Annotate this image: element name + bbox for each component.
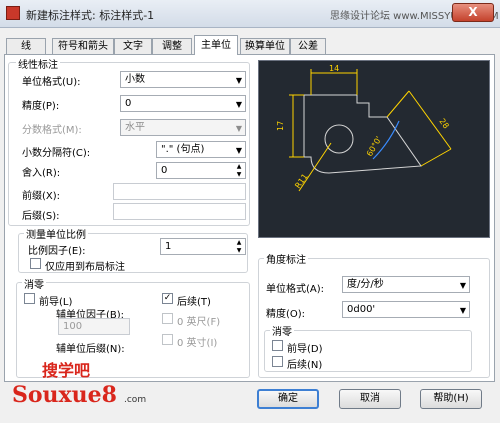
fraction-format-select[interactable]: 水平 ▼ [120,119,246,136]
decimal-separator-label: 小数分隔符(C): [22,148,91,159]
preview-outline [303,94,422,174]
cancel-button[interactable]: 取消 [339,389,401,409]
preview-dim-right: 28 [437,117,450,131]
unit-format-value: 小数 [125,74,145,85]
fraction-format-label: 分数格式(M): [22,125,82,136]
sub-unit-suffix-label: 辅单位后缀(N): [56,344,125,355]
preview-dim-top: 14 [329,64,339,73]
decimal-separator-value: "." (句点) [161,144,205,155]
logo-com: .com [124,395,146,405]
spin-down-icon[interactable]: ▼ [234,171,244,178]
chevron-down-icon: ▼ [459,306,466,315]
round-off-value: 0 [161,165,168,176]
angular-dimensions-title: 角度标注 [264,251,308,266]
app-icon [6,6,20,20]
inches-checkbox[interactable] [162,334,173,345]
angular-precision-select[interactable]: 0d00' ▼ [342,301,470,318]
suffix-label: 后缀(S): [22,211,60,222]
dimension-preview: 14 17 28 60°0' R11 [258,60,490,238]
angular-precision-label: 精度(O): [266,309,306,320]
tab-alternate-units[interactable]: 换算单位 [240,38,290,54]
measurement-scale-title: 测量单位比例 [24,226,88,241]
trailing-zero-checkbox[interactable]: ✓ [162,293,173,304]
precision-label: 精度(P): [22,101,60,112]
preview-dim-left: 17 [276,121,285,131]
round-off-spinner[interactable]: 0 ▲ ▼ [156,162,246,179]
tab-tolerances[interactable]: 公差 [290,38,326,54]
angular-leading-checkbox[interactable] [272,340,283,351]
tab-primary-units[interactable]: 主单位 [194,35,238,55]
round-off-label: 舍入(R): [22,168,61,179]
logo-en: Souxue8 [12,382,117,408]
feet-checkbox[interactable] [162,313,173,324]
help-button[interactable]: 帮助(H) [420,389,482,409]
tab-lines[interactable]: 线 [6,38,46,54]
ok-button[interactable]: 确定 [257,389,319,409]
zero-suppression-title: 消零 [22,276,46,291]
leading-zero-checkbox[interactable] [24,293,35,304]
chevron-down-icon: ▼ [459,281,466,290]
feet-label: 0 英尺(F) [177,317,221,328]
decimal-separator-select[interactable]: "." (句点) ▼ [156,141,246,158]
angular-precision-value: 0d00' [347,304,376,315]
preview-dim-radius: R11 [293,172,309,190]
prefix-input[interactable] [113,183,246,200]
angular-trailing-checkbox[interactable] [272,356,283,367]
linear-dimensions-title: 线性标注 [16,56,60,71]
unit-format-label: 单位格式(U): [22,77,81,88]
angular-zero-title: 消零 [270,323,294,338]
preview-dim-angle: 60°0' [365,135,384,158]
spin-up-icon[interactable]: ▲ [234,163,244,170]
preview-dimensions [289,69,452,192]
unit-format-select[interactable]: 小数 ▼ [120,71,246,88]
tab-symbols-arrows[interactable]: 符号和箭头 [52,38,114,54]
chevron-down-icon: ▼ [235,76,242,85]
prefix-label: 前缀(X): [22,191,61,202]
inches-label: 0 英寸(I) [177,338,218,349]
layout-only-label: 仅应用到布局标注 [45,262,125,273]
scale-factor-label: 比例因子(E): [28,246,86,257]
angular-trailing-label: 后续(N) [287,360,323,371]
chevron-down-icon: ▼ [235,124,242,133]
angular-unit-format-select[interactable]: 度/分/秒 ▼ [342,276,470,293]
logo-graphic: 搜学吧 Souxue8 .com [12,361,146,408]
chevron-down-icon: ▼ [235,100,242,109]
preview-drawing: 14 17 28 60°0' R11 [276,64,452,192]
angular-unit-format-label: 单位格式(A): [266,284,325,295]
souxue8-logo: 搜学吧 Souxue8 .com [12,358,172,408]
layout-only-checkbox[interactable] [30,258,41,269]
suffix-input[interactable] [113,203,246,220]
precision-value: 0 [125,98,132,109]
angular-unit-format-value: 度/分/秒 [347,279,384,290]
precision-select[interactable]: 0 ▼ [120,95,246,112]
fraction-format-value: 水平 [125,122,145,133]
sub-unit-factor-input[interactable]: 100 [58,318,130,335]
tab-text[interactable]: 文字 [114,38,152,54]
chevron-down-icon: ▼ [235,146,242,155]
trailing-zero-label: 后续(T) [177,297,211,308]
close-button[interactable]: X [452,3,494,22]
spin-up-icon[interactable]: ▲ [234,239,244,246]
tab-fit[interactable]: 调整 [152,38,192,54]
scale-factor-value: 1 [165,241,172,252]
spin-down-icon[interactable]: ▼ [234,247,244,254]
logo-cn: 搜学吧 [42,361,90,380]
scale-factor-spinner[interactable]: 1 ▲ ▼ [160,238,246,255]
angular-leading-label: 前导(D) [287,344,323,355]
window-title: 新建标注样式: 标注样式-1 [26,9,155,22]
